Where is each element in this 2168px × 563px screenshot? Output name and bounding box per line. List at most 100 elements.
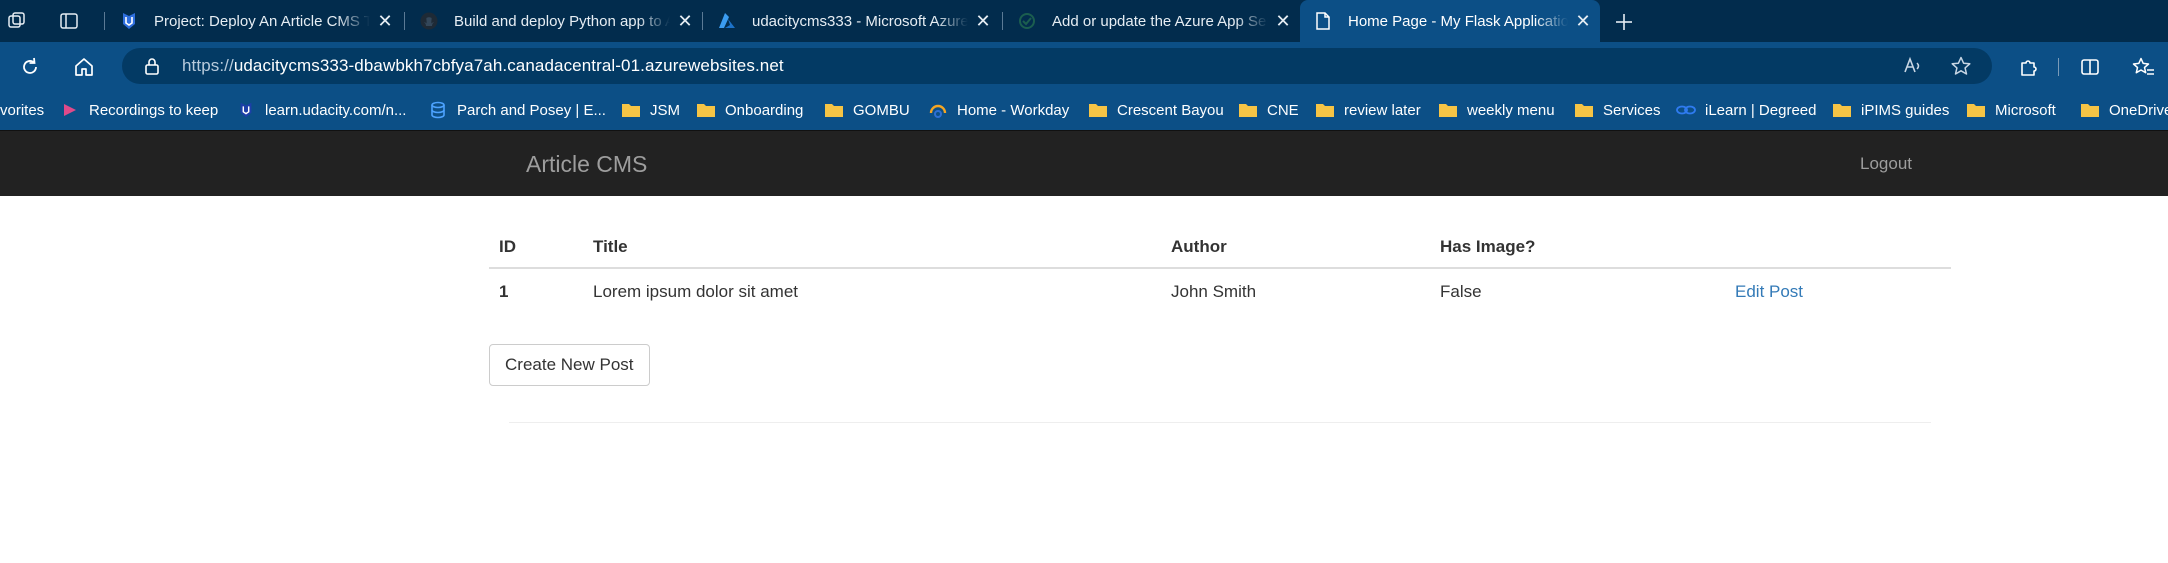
brand-link[interactable]: Article CMS (526, 151, 647, 178)
workspaces-icon[interactable] (4, 8, 30, 34)
column-header-title: Title (583, 226, 1161, 269)
lock-icon[interactable] (142, 56, 162, 76)
folder-icon (696, 101, 716, 119)
browser-tab-strip: Project: Deploy An Article CMS To Azure … (0, 0, 2168, 42)
udacity-icon (236, 101, 256, 119)
tab-title: Project: Deploy An Article CMS To Azure (154, 12, 370, 30)
folder-icon (1574, 101, 1594, 119)
tab-azure-docs[interactable]: Add or update the Azure App Service ✕ (1004, 0, 1300, 42)
extensions-icon[interactable] (2014, 53, 2042, 81)
tab-separator (104, 12, 105, 30)
favorite-label: OneDrive (2109, 101, 2168, 119)
favorites-icon[interactable] (2130, 53, 2158, 81)
favorite-label: CNE (1267, 101, 1299, 119)
browser-toolbar: https://udacitycms333-dbawbkh7cbfya7ah.c… (0, 42, 2168, 90)
favorite-item[interactable]: JSM (621, 98, 680, 122)
tab-udacity-project[interactable]: Project: Deploy An Article CMS To Azure … (106, 0, 402, 42)
close-tab-icon[interactable]: ✕ (1272, 10, 1294, 32)
logout-link[interactable]: Logout (1860, 154, 1912, 174)
folder-icon (1966, 101, 1986, 119)
address-bar[interactable]: https://udacitycms333-dbawbkh7cbfya7ah.c… (122, 48, 1992, 84)
close-tab-icon[interactable]: ✕ (972, 10, 994, 32)
favorite-item[interactable]: Onboarding (696, 98, 803, 122)
favorite-item[interactable]: learn.udacity.com/n... (236, 98, 406, 122)
close-tab-icon[interactable]: ✕ (674, 10, 696, 32)
database-icon (428, 101, 448, 119)
docs-icon (1016, 10, 1038, 32)
home-icon[interactable] (70, 53, 98, 81)
favorite-item[interactable]: weekly menu (1438, 98, 1555, 122)
favorite-item[interactable]: Home - Workday (928, 98, 1069, 122)
close-tab-icon[interactable]: ✕ (374, 10, 396, 32)
column-header-actions (1725, 226, 1951, 269)
favorite-label: weekly menu (1467, 101, 1555, 119)
favorite-label: Crescent Bayou (1117, 101, 1224, 119)
favorite-item[interactable]: GOMBU (824, 98, 910, 122)
url-host: udacitycms333-dbawbkh7cbfya7ah.canadacen… (233, 56, 784, 75)
new-tab-button[interactable] (1610, 8, 1638, 36)
favorite-star-icon[interactable] (1950, 55, 1972, 77)
favorite-label: Home - Workday (957, 101, 1070, 119)
folder-icon (1315, 101, 1335, 119)
footer-divider (509, 422, 1931, 423)
favorite-item[interactable]: iPIMS guides (1832, 98, 1949, 122)
favorite-item[interactable]: iLearn | Degreed (1676, 98, 1816, 122)
favorite-label: iPIMS guides (1861, 101, 1950, 119)
tab-separator (404, 12, 405, 30)
favorite-label: Parch and Posey | E... (457, 101, 606, 119)
column-header-author: Author (1161, 226, 1430, 269)
favorites-bar: vorites Recordings to keep learn.udacity… (0, 90, 2168, 130)
folder-icon (824, 101, 844, 119)
tab-azure-portal[interactable]: udacitycms333 - Microsoft Azure ✕ (704, 0, 1000, 42)
favorite-label: iLearn | Degreed (1705, 101, 1817, 119)
folder-icon (621, 101, 641, 119)
column-header-has-image: Has Image? (1430, 226, 1725, 269)
favorite-label: Recordings to keep (89, 101, 219, 119)
favorite-item[interactable]: review later (1315, 98, 1421, 122)
column-header-id: ID (489, 226, 583, 269)
posts-table: ID Title Author Has Image? 1 Lorem ipsum… (489, 226, 1951, 314)
favorite-item[interactable]: Crescent Bayou (1088, 98, 1224, 122)
favorite-item[interactable]: Parch and Posey | E... (428, 98, 606, 122)
split-screen-icon[interactable] (2076, 53, 2104, 81)
url-scheme: https:// (182, 56, 234, 75)
close-tab-icon[interactable]: ✕ (1572, 10, 1594, 32)
post-actions: Edit Post (1725, 268, 1951, 314)
table-header-row: ID Title Author Has Image? (489, 226, 1951, 269)
read-aloud-icon[interactable] (1902, 55, 1924, 77)
tab-separator (702, 12, 703, 30)
favorite-label: Services (1603, 101, 1661, 119)
tab-github-docs[interactable]: Build and deploy Python app to Azure ✕ (406, 0, 702, 42)
table-row: 1 Lorem ipsum dolor sit amet John Smith … (489, 268, 1951, 314)
folder-icon (2080, 101, 2100, 119)
edit-post-link[interactable]: Edit Post (1735, 282, 1803, 301)
favorite-item[interactable]: Recordings to keep (60, 98, 218, 122)
favorite-item[interactable]: Services (1574, 98, 1661, 122)
post-id: 1 (499, 281, 509, 301)
favorite-label: learn.udacity.com/n... (265, 101, 407, 119)
favorite-item[interactable]: Microsoft (1966, 98, 2056, 122)
create-new-post-button[interactable]: Create New Post (489, 344, 650, 386)
folder-icon (1238, 101, 1258, 119)
refresh-icon[interactable] (16, 53, 44, 81)
post-title: Lorem ipsum dolor sit amet (593, 281, 799, 301)
favorite-item[interactable]: vorites (0, 98, 44, 122)
address-url[interactable]: https://udacitycms333-dbawbkh7cbfya7ah.c… (182, 56, 784, 76)
tab-actions-icon[interactable] (56, 8, 82, 34)
page-icon (1312, 10, 1334, 32)
favorite-item[interactable]: OneDrive (2080, 98, 2168, 122)
tab-title: Build and deploy Python app to Azure (454, 12, 670, 30)
tab-active-flask-home[interactable]: Home Page - My Flask Application ✕ (1300, 0, 1600, 42)
workday-icon (928, 101, 948, 119)
tab-title: Home Page - My Flask Application (1348, 12, 1568, 30)
favorite-label: vorites (0, 101, 45, 119)
favorite-item[interactable]: CNE (1238, 98, 1299, 122)
post-has-image: False (1440, 281, 1482, 301)
site-navbar: Article CMS Logout (0, 130, 2168, 196)
favorite-label: GOMBU (853, 101, 910, 119)
tab-separator (1002, 12, 1003, 30)
tab-title: udacitycms333 - Microsoft Azure (752, 12, 968, 30)
folder-icon (1438, 101, 1458, 119)
favorite-label: Microsoft (1995, 101, 2056, 119)
favorite-label: Onboarding (725, 101, 804, 119)
